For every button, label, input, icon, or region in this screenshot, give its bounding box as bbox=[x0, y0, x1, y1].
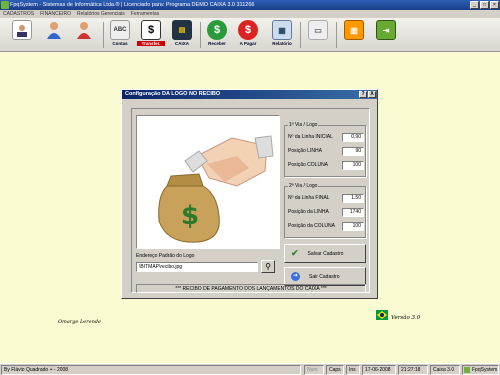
via1-row-line-position: Posição LINHA 90 bbox=[288, 147, 364, 156]
user-blue-icon bbox=[44, 20, 64, 40]
status-app: FpqSystem bbox=[462, 365, 499, 375]
toolbar-exit-button[interactable]: ⇥ bbox=[372, 20, 400, 50]
cash-box-icon: ▤ bbox=[172, 20, 192, 40]
exit-door-icon: ⇥ bbox=[376, 20, 396, 40]
app-icon bbox=[1, 1, 9, 9]
save-button[interactable]: ✔ Salvar Cadastro bbox=[284, 244, 366, 263]
via1-input-column-position[interactable]: 100 bbox=[342, 161, 364, 170]
via2-label-2: Posição da COLUNA bbox=[288, 223, 335, 229]
status-caps: Caps bbox=[326, 365, 344, 375]
toolbar-user-blue-button[interactable] bbox=[40, 20, 68, 50]
brazil-flag-icon bbox=[376, 310, 388, 320]
dollar-transfer-icon: $ bbox=[141, 20, 161, 40]
via1-group: 1ª Via / Logo Nº da Linha INICIAL 0,90 P… bbox=[284, 122, 366, 177]
via2-input-line-position[interactable]: 1740 bbox=[342, 208, 364, 217]
menu-cadastros[interactable]: CADASTROS bbox=[3, 10, 34, 18]
status-date: 17-06-2008 bbox=[362, 365, 396, 375]
toolbar-contas-button[interactable]: ABC Contas bbox=[106, 20, 134, 50]
dialog-title: Configuração DA LOGO NO RECIBO bbox=[125, 91, 221, 97]
status-user: By Flávio Quadrado + - 2008 bbox=[1, 365, 301, 375]
via2-legend: 2ª Via / Logo bbox=[288, 183, 319, 189]
via2-label-0: Nº da Linha FINAL bbox=[288, 195, 330, 201]
dialog-close-button[interactable]: X bbox=[368, 91, 376, 98]
via2-group: 2ª Via / Logo Nº da Linha FINAL 1.50 Pos… bbox=[284, 183, 366, 238]
status-bar: By Flávio Quadrado + - 2008 Num Caps Ins… bbox=[0, 363, 500, 375]
dialog-panel: $ 1ª Via / Logo Nº da Linha INICIAL 0,90… bbox=[131, 108, 370, 293]
exit-button-label: Sair Cadastro bbox=[309, 273, 340, 280]
pay-dollar-icon: $ bbox=[238, 20, 258, 40]
browse-search-button[interactable]: ⚲ bbox=[261, 260, 275, 273]
checkmark-icon: ✔ bbox=[291, 248, 299, 258]
logo-config-dialog: Configuração DA LOGO NO RECIBO ? X $ 1ª … bbox=[121, 89, 378, 299]
signature: Omarge Lerende bbox=[58, 319, 101, 325]
recibo-caption: *** RECIBO DE PAGAMENTO DOS LANÇAMENTOS … bbox=[136, 284, 366, 293]
person-card-icon bbox=[12, 20, 32, 40]
user-red-icon bbox=[74, 20, 94, 40]
via1-label-0: Nº da Linha INICIAL bbox=[288, 134, 333, 140]
app-status-icon bbox=[464, 367, 470, 373]
toolbar-receber-button[interactable]: $ Receber bbox=[203, 20, 231, 50]
status-ins: Ins bbox=[346, 365, 360, 375]
via2-input-column-position[interactable]: 100 bbox=[342, 222, 364, 231]
toolbar-transfer-label: Transfer. bbox=[137, 41, 165, 46]
toolbar-documents-button[interactable]: ▭ bbox=[304, 20, 332, 50]
window-title: FpqSystem - Sistemas de Informática Ltda… bbox=[10, 2, 255, 8]
via2-input-final-line[interactable]: 1.50 bbox=[342, 194, 364, 203]
status-caixa: Caixa 3.0 bbox=[430, 365, 460, 375]
help-button[interactable]: ? bbox=[359, 91, 367, 98]
toolbar-pagar-label: A Pagar bbox=[239, 41, 257, 46]
menu-relatorios[interactable]: Relatórios Gerenciais bbox=[77, 10, 125, 18]
via2-label-1: Posição da LINHA bbox=[288, 209, 329, 215]
via2-row-column-position: Posição da COLUNA 100 bbox=[288, 222, 364, 231]
toolbar-user-red-button[interactable] bbox=[70, 20, 98, 50]
via2-row-line-position: Posição da LINHA 1740 bbox=[288, 208, 364, 217]
menu-ferramentas[interactable]: Ferramentas bbox=[131, 10, 159, 18]
money-handshake-icon: $ bbox=[158, 135, 274, 243]
version-label: Versão 3.0 bbox=[391, 315, 421, 321]
toolbar-transfer-button[interactable]: $ Transfer. bbox=[137, 20, 165, 50]
logo-address-label: Endereço Padrão do Logo bbox=[136, 253, 195, 259]
image-dollar-sign: $ bbox=[181, 201, 199, 231]
via1-row-initial-line: Nº da Linha INICIAL 0,90 bbox=[288, 133, 364, 142]
receive-dollar-icon: $ bbox=[207, 20, 227, 40]
documents-icon: ▭ bbox=[308, 20, 328, 40]
via1-input-line-position[interactable]: 90 bbox=[342, 147, 364, 156]
save-button-label: Salvar Cadastro bbox=[307, 250, 344, 257]
menu-financeiro[interactable]: FINANCEIRO bbox=[40, 10, 71, 18]
logo-address-input[interactable]: \BITMAP\recibo.jpg bbox=[136, 262, 258, 272]
maximize-button[interactable]: □ bbox=[480, 1, 489, 9]
toolbar-clients-button[interactable] bbox=[8, 20, 36, 50]
dialog-title-bar: Configuração DA LOGO NO RECIBO ? X bbox=[122, 90, 377, 99]
via1-label-1: Posição LINHA bbox=[288, 148, 322, 154]
status-app-label: FpqSystem bbox=[472, 367, 498, 373]
calculator-icon: ▥ bbox=[344, 20, 364, 40]
toolbar-pagar-button[interactable]: $ A Pagar bbox=[234, 20, 262, 50]
status-time: 21:27:18 bbox=[398, 365, 428, 375]
abc-icon: ABC bbox=[110, 20, 130, 40]
menu-bar: CADASTROS FINANCEIRO Relatórios Gerencia… bbox=[0, 10, 500, 18]
toolbar-receber-label: Receber bbox=[208, 41, 226, 46]
toolbar-caixa-button[interactable]: ▤ CAIXA bbox=[168, 20, 196, 50]
toolbar-relatorio-button[interactable]: ▦ Relatório bbox=[268, 20, 296, 50]
close-window-button[interactable]: × bbox=[490, 1, 499, 9]
via2-row-final-line: Nº da Linha FINAL 1.50 bbox=[288, 194, 364, 203]
status-num: Num bbox=[304, 365, 324, 375]
minimize-button[interactable]: _ bbox=[470, 1, 479, 9]
toolbar-relatorio-label: Relatório bbox=[272, 41, 292, 46]
via1-row-column-position: Posição COLUNA 100 bbox=[288, 161, 364, 170]
magnifier-icon: ⚲ bbox=[265, 262, 271, 271]
toolbar-calculator-button[interactable]: ▥ bbox=[340, 20, 368, 50]
exit-arrow-icon: ➜ bbox=[291, 272, 300, 281]
window-title-bar: FpqSystem - Sistemas de Informática Ltda… bbox=[0, 0, 500, 10]
report-icon: ▦ bbox=[272, 20, 292, 40]
via1-legend: 1ª Via / Logo bbox=[288, 122, 319, 128]
via1-input-initial-line[interactable]: 0,90 bbox=[342, 133, 364, 142]
toolbar: ABC Contas $ Transfer. ▤ CAIXA $ Receber… bbox=[0, 18, 500, 52]
toolbar-contas-label: Contas bbox=[112, 41, 128, 46]
logo-preview-image: $ bbox=[136, 115, 280, 249]
via1-label-2: Posição COLUNA bbox=[288, 162, 329, 168]
toolbar-caixa-label: CAIXA bbox=[174, 41, 189, 46]
